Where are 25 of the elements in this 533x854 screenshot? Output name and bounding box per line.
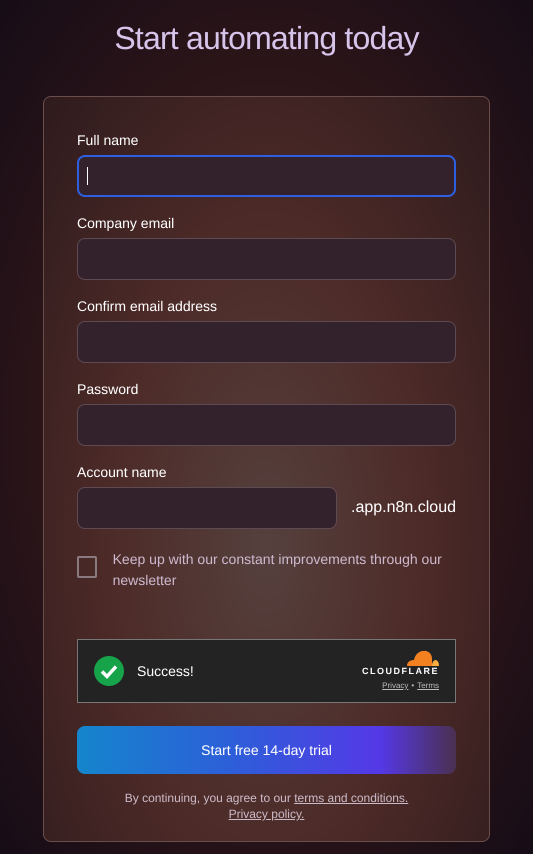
field-label: Account name xyxy=(77,463,168,481)
newsletter-checkbox[interactable] xyxy=(77,556,97,578)
privacy-link[interactable]: Privacy xyxy=(382,680,408,692)
success-check-icon xyxy=(94,656,124,686)
input-field[interactable] xyxy=(77,404,456,446)
terms-link[interactable]: terms and conditions. xyxy=(294,791,408,805)
text-cursor xyxy=(87,167,88,185)
field-label: Confirm email address xyxy=(77,297,218,315)
field-label: Full name xyxy=(77,131,140,149)
input-field[interactable] xyxy=(77,487,337,529)
input-field[interactable] xyxy=(77,155,456,197)
page-title: Start automating today xyxy=(114,19,419,58)
captcha-status: Success! xyxy=(137,662,194,680)
start-trial-button[interactable]: Start free 14-day trial xyxy=(77,726,456,774)
captcha-brand: CLOUDFLARE xyxy=(362,666,439,676)
domain-suffix: .app.n8n.cloud xyxy=(351,498,456,518)
terms-link[interactable]: Terms xyxy=(417,680,439,692)
input-field[interactable] xyxy=(77,321,456,363)
privacy-policy-link[interactable]: Privacy policy. xyxy=(228,807,304,821)
legal-notice: By continuing, you agree to our terms and conditions. Privacy policy. xyxy=(124,790,410,822)
field-label: Password xyxy=(77,380,140,398)
newsletter-label: Keep up with our constant improvements through our newsletter xyxy=(112,550,443,590)
input-field[interactable] xyxy=(77,238,456,280)
field-label: Company email xyxy=(77,214,176,232)
link-separator: • xyxy=(411,680,414,692)
